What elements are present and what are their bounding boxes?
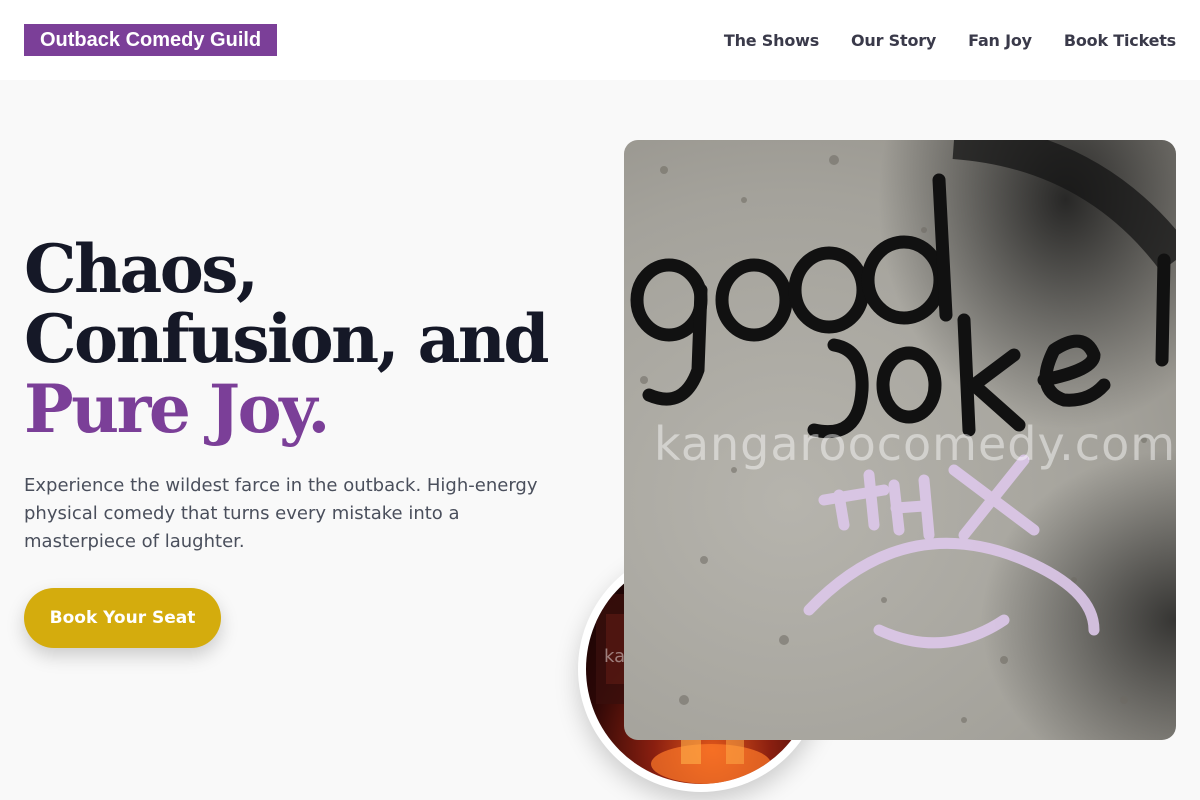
graffiti-art: kangaroocomedy.com <box>630 140 1176 723</box>
graffiti-photo: kangaroocomedy.com <box>624 140 1176 740</box>
hero-title-accent: Pure Joy. <box>24 370 330 448</box>
hero-title-line-2: Confusion, and <box>24 300 550 378</box>
nav-link-our-story[interactable]: Our Story <box>851 31 936 50</box>
brand-logo-link[interactable]: Outback Comedy Guild <box>24 24 278 56</box>
nav-link-the-shows[interactable]: The Shows <box>724 31 819 50</box>
circle-watermark: ka <box>604 646 625 667</box>
hero-title-line-1: Chaos, <box>24 230 259 308</box>
book-seat-button[interactable]: Book Your Seat <box>24 588 221 648</box>
hero-description: Experience the wildest farce in the outb… <box>24 475 538 552</box>
main-nav: The Shows Our Story Fan Joy Book Tickets <box>724 31 1176 50</box>
nav-link-book-tickets[interactable]: Book Tickets <box>1064 31 1176 50</box>
site-header: Outback Comedy Guild The Shows Our Story… <box>0 0 1200 80</box>
nav-link-fan-joy[interactable]: Fan Joy <box>968 31 1032 50</box>
main-watermark: kangaroocomedy.com <box>654 417 1176 471</box>
hero-title: Chaos, Confusion, and Pure Joy. <box>24 234 584 444</box>
